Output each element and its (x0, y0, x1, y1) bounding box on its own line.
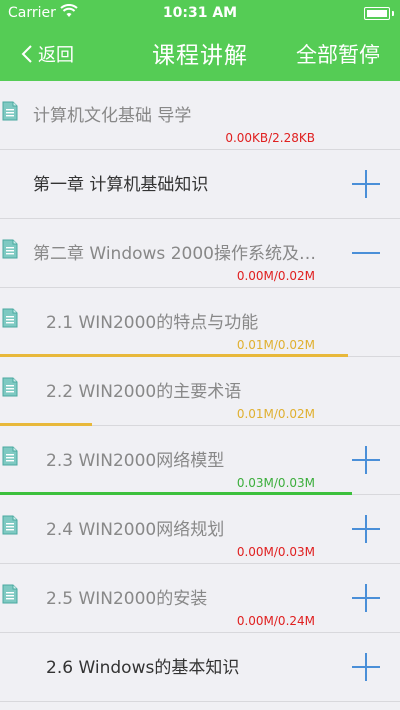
expand-plus-icon[interactable] (352, 446, 380, 474)
document-icon (2, 101, 18, 121)
list-item[interactable]: 2.5 WIN2000的安装 0.00M/0.24M (0, 564, 400, 633)
item-title: 计算机文化基础 导学 (33, 106, 192, 126)
course-list: 计算机文化基础 导学 0.00KB/2.28KB 第一章 计算机基础知识第二章 Wi… (0, 81, 400, 702)
download-size: 0.00KB/2.28KB (225, 131, 315, 145)
item-title: 第一章 计算机基础知识 (33, 175, 209, 195)
battery-icon (364, 7, 394, 20)
item-title: 2.1 WIN2000的特点与功能 (46, 313, 259, 333)
top-bar: Carrier 10:31 AM 返回 课程讲解 全部暂停 (0, 0, 400, 81)
document-icon (2, 446, 18, 466)
document-icon (2, 377, 18, 397)
list-item[interactable]: 2.4 WIN2000网络规划 0.00M/0.03M (0, 495, 400, 564)
download-size: 0.01M/0.02M (236, 407, 315, 421)
download-size: 0.03M/0.03M (236, 476, 315, 490)
list-item[interactable]: 2.6 Windows的基本知识 (0, 633, 400, 702)
item-title: 2.2 WIN2000的主要术语 (46, 382, 242, 402)
list-item[interactable]: 2.1 WIN2000的特点与功能 0.01M/0.02M (0, 288, 400, 357)
download-size: 0.00M/0.24M (236, 614, 315, 628)
expand-plus-icon[interactable] (352, 515, 380, 543)
item-title: 第二章 Windows 2000操作系统及… (33, 244, 316, 264)
collapse-minus-icon[interactable] (352, 239, 380, 267)
list-item[interactable]: 第二章 Windows 2000操作系统及… 0.00M/0.02M (0, 219, 400, 288)
document-icon (2, 308, 18, 328)
expand-plus-icon[interactable] (352, 653, 380, 681)
document-icon (2, 584, 18, 604)
list-item[interactable]: 2.3 WIN2000网络模型 0.03M/0.03M (0, 426, 400, 495)
list-item[interactable]: 2.2 WIN2000的主要术语 0.01M/0.02M (0, 357, 400, 426)
item-title: 2.3 WIN2000网络模型 (46, 451, 225, 471)
navigation-bar: 返回 课程讲解 全部暂停 (0, 28, 400, 81)
pause-all-button[interactable]: 全部暂停 (296, 39, 380, 69)
list-item[interactable]: 计算机文化基础 导学 0.00KB/2.28KB (0, 81, 400, 150)
item-title: 2.6 Windows的基本知识 (46, 658, 240, 678)
document-icon (2, 239, 18, 259)
status-time: 10:31 AM (162, 5, 238, 21)
download-size: 0.00M/0.03M (236, 545, 315, 559)
download-size: 0.00M/0.02M (236, 269, 315, 283)
item-title: 2.4 WIN2000网络规划 (46, 520, 225, 540)
expand-plus-icon[interactable] (352, 584, 380, 612)
item-title: 2.5 WIN2000的安装 (46, 589, 208, 609)
status-bar: Carrier 10:31 AM (0, 0, 400, 28)
download-size: 0.01M/0.02M (236, 338, 315, 352)
list-item[interactable]: 第一章 计算机基础知识 (0, 150, 400, 219)
expand-plus-icon[interactable] (352, 170, 380, 198)
document-icon (2, 515, 18, 535)
